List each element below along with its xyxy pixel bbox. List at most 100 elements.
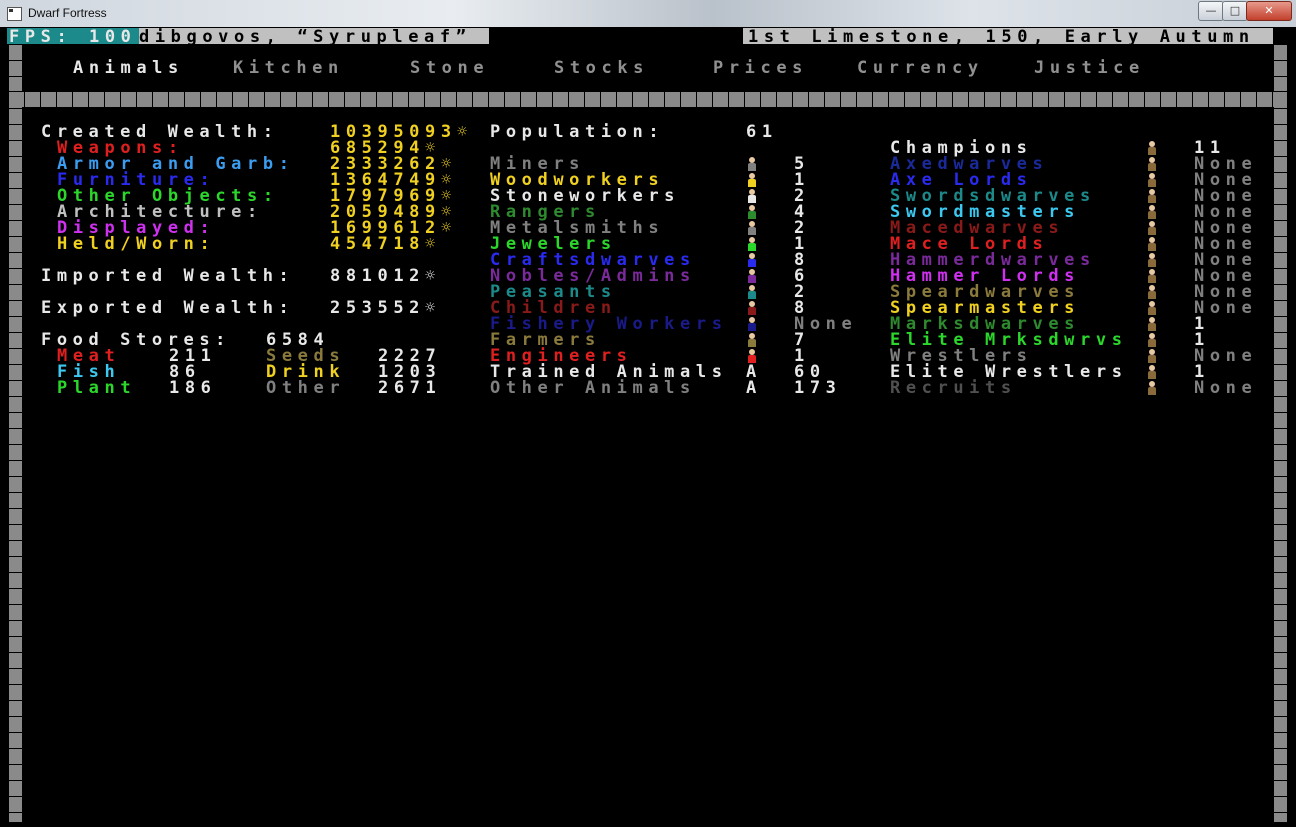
dwarf-icon	[1146, 269, 1158, 283]
dwarf-icon	[1146, 317, 1158, 331]
dwarf-icon	[746, 205, 758, 219]
tab-stone[interactable]: Stone	[410, 60, 489, 77]
sun-currency-icon	[441, 220, 457, 236]
dwarf-body-icon	[1148, 339, 1156, 347]
sun-currency-icon	[425, 236, 441, 252]
sun-currency-icon	[425, 300, 441, 316]
dwarf-body-icon	[748, 179, 756, 187]
title-bar[interactable]: Dwarf Fortress — □ ✕	[0, 0, 1296, 27]
dwarf-body-icon	[748, 291, 756, 299]
dwarf-body-icon	[1148, 259, 1156, 267]
dwarf-body-icon	[748, 339, 756, 347]
dwarf-body-icon	[748, 323, 756, 331]
dwarf-icon	[746, 301, 758, 315]
dwarf-body-icon	[748, 227, 756, 235]
dwarf-icon	[746, 189, 758, 203]
status-bar: FPS: 100 dibgovos, “Syrupleaf” 1st Limes…	[7, 27, 1273, 47]
dwarf-icon	[746, 349, 758, 363]
close-button[interactable]: ✕	[1246, 1, 1292, 21]
dwarf-body-icon	[1148, 179, 1156, 187]
game-screen: FPS: 100 dibgovos, “Syrupleaf” 1st Limes…	[5, 27, 1291, 822]
dwarf-body-icon	[748, 307, 756, 315]
border-right	[1273, 44, 1287, 822]
dwarf-icon	[1146, 237, 1158, 251]
dwarf-icon	[1146, 189, 1158, 203]
dwarf-icon	[746, 317, 758, 331]
dwarf-icon	[746, 253, 758, 267]
border-left	[8, 44, 22, 822]
app-icon	[7, 7, 22, 21]
tab-animals[interactable]: Animals	[73, 60, 184, 77]
dwarf-icon	[1146, 173, 1158, 187]
dwarf-body-icon	[1148, 243, 1156, 251]
exported-wealth-value: 253552	[330, 298, 426, 318]
fortress-name: dibgovos, “Syrupleaf”	[139, 27, 472, 47]
dwarf-body-icon	[1148, 147, 1156, 155]
dwarf-body-icon	[1148, 195, 1156, 203]
population-label: Population:	[490, 122, 665, 142]
plant-value: 186	[169, 378, 217, 398]
dwarf-icon	[1146, 285, 1158, 299]
fps-label: FPS:	[9, 27, 73, 47]
dwarf-icon	[746, 221, 758, 235]
dwarf-icon	[1146, 157, 1158, 171]
held-worn-label: Held/Worn:	[57, 234, 216, 254]
minimize-button[interactable]: —	[1198, 1, 1224, 21]
tab-prices[interactable]: Prices	[713, 60, 808, 77]
dwarf-body-icon	[1148, 355, 1156, 363]
dwarf-body-icon	[1148, 371, 1156, 379]
dwarf-icon	[746, 157, 758, 171]
dwarf-icon	[1146, 365, 1158, 379]
dwarf-icon	[746, 285, 758, 299]
dwarf-body-icon	[748, 243, 756, 251]
military-recruits-label: Recruits	[890, 378, 1017, 398]
dwarf-body-icon	[748, 195, 756, 203]
population-total: 61	[746, 122, 778, 142]
imported-wealth-value: 881012	[330, 266, 426, 286]
dwarf-icon	[1146, 333, 1158, 347]
tab-currency[interactable]: Currency	[857, 60, 984, 77]
other-food-label: Other	[266, 378, 346, 398]
plant-label: Plant	[57, 378, 137, 398]
dwarf-body-icon	[748, 163, 756, 171]
military-recruits-value: None	[1194, 378, 1258, 398]
dwarf-icon	[746, 333, 758, 347]
population-other-animals-label: Other Animals	[490, 378, 696, 398]
game-date: 1st Limestone, 150, Early Autumn	[748, 27, 1255, 47]
dwarf-body-icon	[748, 211, 756, 219]
held-worn-value: 454718	[330, 234, 426, 254]
dwarf-body-icon	[1148, 275, 1156, 283]
tab-stocks[interactable]: Stocks	[554, 60, 649, 77]
dwarf-body-icon	[748, 275, 756, 283]
exported-wealth-label: Exported Wealth:	[41, 298, 295, 318]
dwarf-body-icon	[748, 259, 756, 267]
dwarf-icon	[746, 237, 758, 251]
maximize-button[interactable]: □	[1222, 1, 1248, 21]
dwarf-body-icon	[1148, 307, 1156, 315]
dwarf-body-icon	[1148, 227, 1156, 235]
dwarf-body-icon	[1148, 291, 1156, 299]
dwarf-icon	[1146, 253, 1158, 267]
dwarf-icon	[746, 269, 758, 283]
animal-glyph-icon: A	[746, 378, 762, 398]
fps-value: 100	[89, 27, 137, 47]
window-title: Dwarf Fortress	[28, 6, 107, 20]
sun-currency-icon	[425, 268, 441, 284]
tab-justice[interactable]: Justice	[1034, 60, 1145, 77]
dwarf-body-icon	[1148, 323, 1156, 331]
dwarf-icon	[1146, 221, 1158, 235]
dwarf-body-icon	[1148, 163, 1156, 171]
other-food-value: 2671	[378, 378, 442, 398]
dwarf-body-icon	[1148, 387, 1156, 395]
tab-kitchen[interactable]: Kitchen	[233, 60, 344, 77]
imported-wealth-label: Imported Wealth:	[41, 266, 295, 286]
border-tabs-divider	[8, 91, 1287, 107]
population-other-animals-value: 173	[794, 378, 842, 398]
dwarf-icon	[1146, 205, 1158, 219]
app-window: Dwarf Fortress — □ ✕ FPS: 100 dibgovos, …	[0, 0, 1296, 827]
dwarf-icon	[1146, 141, 1158, 155]
dwarf-icon	[1146, 301, 1158, 315]
dwarf-body-icon	[1148, 211, 1156, 219]
dwarf-icon	[1146, 349, 1158, 363]
dwarf-icon	[1146, 381, 1158, 395]
